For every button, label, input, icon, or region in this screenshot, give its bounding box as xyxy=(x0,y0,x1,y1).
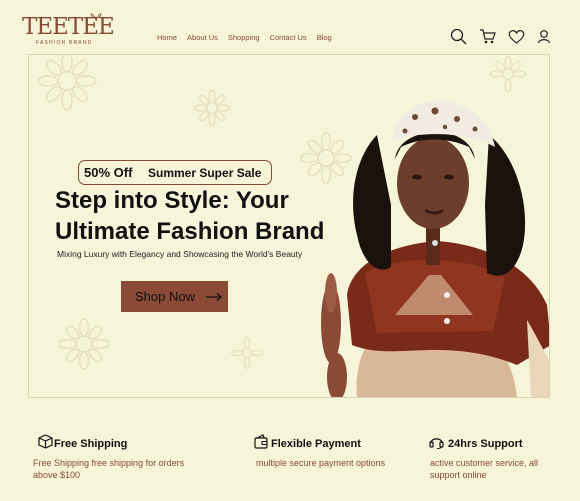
flower-decoration xyxy=(58,318,110,370)
nav-about-us[interactable]: About Us xyxy=(187,33,218,42)
site-header: TEETEE FASHION BRAND Home About Us Shopp… xyxy=(0,0,580,54)
feature-free-shipping: Free Shipping Free Shipping free shippin… xyxy=(0,406,200,486)
search-icon[interactable] xyxy=(450,28,467,45)
feature-title: Flexible Payment xyxy=(271,438,361,450)
arrow-right-icon xyxy=(206,293,222,301)
nav-contact-us[interactable]: Contact Us xyxy=(270,33,307,42)
nav-shopping[interactable]: Shopping xyxy=(228,33,260,42)
flower-decoration xyxy=(37,55,97,111)
butterfly-icon xyxy=(90,13,102,21)
flower-decoration xyxy=(489,55,527,93)
feature-24hrs-support: 24hrs Support active customer service, a… xyxy=(425,406,575,486)
flower-decoration xyxy=(231,337,263,369)
flower-decoration xyxy=(193,89,231,127)
heart-icon[interactable] xyxy=(508,29,525,45)
header-actions xyxy=(450,28,551,45)
feature-title: 24hrs Support xyxy=(448,438,523,450)
shop-now-label: Shop Now xyxy=(135,289,195,304)
logo-tagline: FASHION BRAND xyxy=(36,40,93,46)
feature-title: Free Shipping xyxy=(54,438,128,450)
brand-logo[interactable]: TEETEE FASHION BRAND xyxy=(22,12,115,48)
hero-subline: Mixing Luxury with Elegancy and Showcasi… xyxy=(57,249,303,259)
hero-banner: 50% Off Summer Super Sale Step into Styl… xyxy=(28,54,550,398)
hero-headline: Step into Style: Your Ultimate Fashion B… xyxy=(55,187,325,245)
sale-label: Summer Super Sale xyxy=(148,166,262,180)
headset-icon xyxy=(429,438,444,449)
shop-now-button[interactable]: Shop Now xyxy=(121,281,228,312)
feature-flexible-payment: Flexible Payment multiple secure payment… xyxy=(250,406,400,486)
feature-description: active customer service, all support onl… xyxy=(430,458,539,480)
nav-home[interactable]: Home xyxy=(157,33,177,42)
nav-blog[interactable]: Blog xyxy=(317,33,332,42)
user-icon[interactable] xyxy=(537,29,551,44)
feature-description: Free Shipping free shipping for orders a… xyxy=(33,458,185,480)
cart-icon[interactable] xyxy=(479,28,496,45)
discount-label: 50% Off xyxy=(84,165,133,180)
promo-badge: 50% Off Summer Super Sale xyxy=(78,160,272,185)
box-icon xyxy=(38,434,53,449)
main-nav: Home About Us Shopping Contact Us Blog xyxy=(157,33,332,42)
wallet-icon xyxy=(254,434,268,449)
feature-description: multiple secure payment options xyxy=(256,458,386,468)
